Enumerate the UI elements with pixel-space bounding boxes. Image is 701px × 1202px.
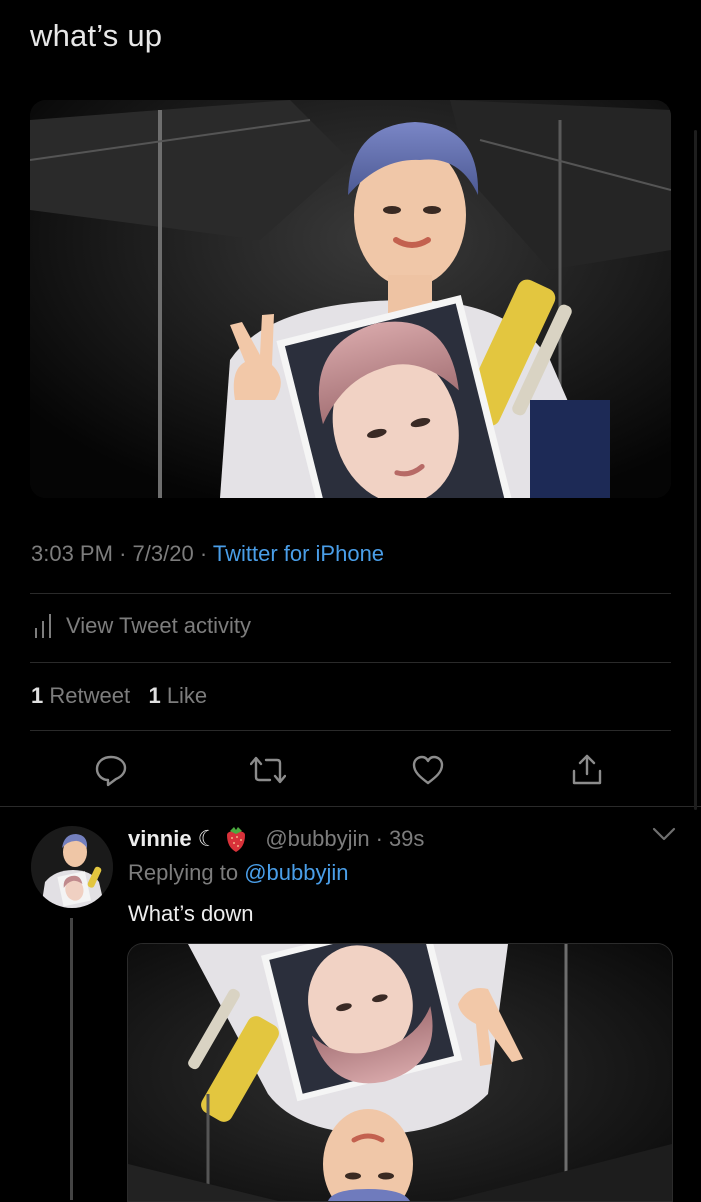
photo-image (30, 100, 671, 498)
like-label: Like (166, 683, 208, 708)
reply-display-name[interactable]: vinnie (128, 826, 192, 852)
retweets-stat[interactable]: 1 Retweet (31, 683, 130, 708)
tweet-text: what’s up (30, 18, 163, 53)
reply-photo[interactable] (127, 943, 673, 1202)
activity-bars-icon (35, 614, 51, 638)
section-divider (0, 806, 701, 807)
retweet-label: Retweet (49, 683, 131, 708)
replying-handle-link[interactable]: @bubbyjin (244, 860, 348, 885)
tweet-date: 7/3/20 (132, 541, 194, 566)
reply-handle[interactable]: @bubbyjin (265, 826, 369, 852)
tweet-time: 3:03 PM (31, 541, 113, 566)
retweet-icon (250, 756, 286, 784)
retweet-button[interactable] (248, 750, 288, 790)
reply-icon (95, 755, 127, 787)
reply-age: 39s (388, 826, 425, 851)
moon-emoji: ☾ (197, 826, 218, 851)
reply-photo-image (128, 944, 672, 1201)
likes-stat[interactable]: 1 Like (148, 683, 207, 708)
scrollbar[interactable] (694, 130, 697, 810)
thread-line (70, 918, 73, 1200)
like-icon (412, 755, 444, 785)
reply-separator: · (375, 826, 383, 851)
divider (30, 593, 671, 594)
meta-separator: · (199, 541, 208, 566)
view-activity-button[interactable]: View Tweet activity (34, 613, 251, 639)
strawberry-icon (227, 827, 246, 852)
view-activity-label: View Tweet activity (66, 613, 252, 638)
avatar-image (31, 826, 113, 908)
reply-button[interactable] (91, 750, 131, 790)
replying-to: Replying to @bubbyjin (128, 860, 349, 886)
tweet-stats: 1 Retweet 1 Like (31, 683, 207, 709)
avatar[interactable] (31, 826, 113, 908)
retweet-count: 1 (31, 683, 44, 708)
share-icon (572, 754, 602, 785)
like-button[interactable] (408, 750, 448, 790)
divider (30, 730, 671, 731)
replying-prefix: Replying to (128, 860, 239, 885)
tweet-source-link[interactable]: Twitter for iPhone (213, 541, 384, 566)
chevron-down-icon[interactable] (652, 826, 676, 842)
divider (30, 662, 671, 663)
like-count: 1 (148, 683, 161, 708)
reply-text: What’s down (128, 901, 254, 926)
tweet-photo[interactable] (30, 100, 671, 498)
share-button[interactable] (567, 750, 607, 790)
meta-separator: · (119, 541, 127, 566)
tweet-meta: 3:03 PM · 7/3/20 · Twitter for iPhone (31, 541, 384, 567)
reply-header: vinnie ☾ @bubbyjin · 39s (128, 825, 424, 853)
